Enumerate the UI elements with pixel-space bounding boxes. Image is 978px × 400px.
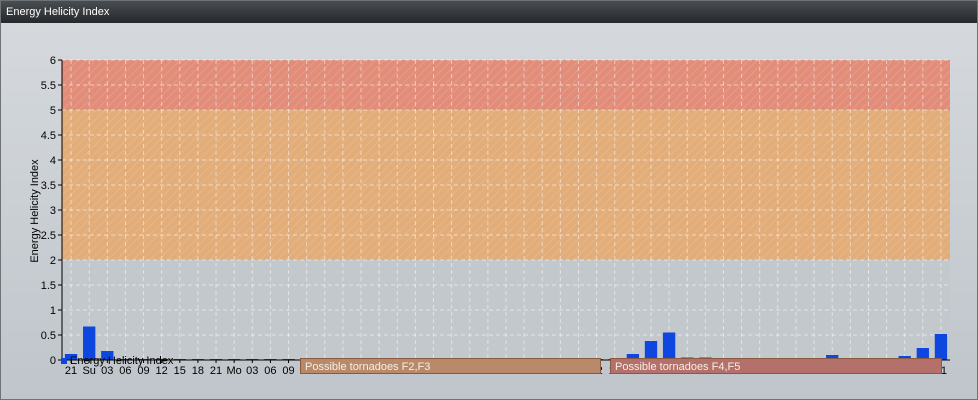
x-tick-label-11: 06 (264, 365, 276, 377)
x-tick-label-7: 18 (192, 365, 204, 377)
chart-svg: 00.511.522.533.544.555.5621 Su 03 06 09 12 15 1… (29, 55, 950, 377)
chart-panel: Energy Helicity Index 0 0.5 1 1.5 2 2.5 3 3.5 4 4… (0, 0, 978, 400)
x-tick-label-6: 15 (174, 365, 186, 377)
x-tick-label-10: 03 (246, 365, 258, 377)
band-label-f4-f5: Possible tornadoes F4,F5 (610, 358, 942, 374)
y-tick-label-9: 4.5 (41, 130, 56, 142)
x-tick-label-8: 21 (210, 365, 222, 377)
y-tick-label-1: 0.5 (41, 330, 56, 342)
y-tick-label-4: 2 (50, 255, 56, 267)
legend-label: Energy Helicity Index (70, 355, 174, 367)
y-tick-label-12: 6 (50, 55, 56, 67)
y-tick-label-0: 0 (50, 355, 56, 367)
y-tick-label-6: 3 (50, 205, 56, 217)
y-tick-label-7: 3.5 (41, 180, 56, 192)
bar-48[interactable] (934, 334, 948, 360)
y-tick-label-5: 2.5 (41, 230, 56, 242)
y-tick-label-11: 5.5 (41, 80, 56, 92)
legend[interactable]: Energy Helicity Index (61, 355, 173, 367)
bar-33[interactable] (662, 332, 676, 361)
y-axis-label: Energy Helicity Index (29, 159, 41, 263)
legend-swatch-icon (61, 358, 67, 365)
band-label-f2-f3: Possible tornadoes F2,F3 (300, 358, 601, 374)
y-tick-label-10: 5 (50, 105, 56, 117)
x-tick-label-9: Mo (227, 365, 242, 377)
y-tick-label-2: 1 (50, 305, 56, 317)
y-tick-label-8: 4 (50, 155, 56, 167)
x-tick-label-12: 09 (282, 365, 294, 377)
y-tick-label-3: 1.5 (41, 280, 56, 292)
